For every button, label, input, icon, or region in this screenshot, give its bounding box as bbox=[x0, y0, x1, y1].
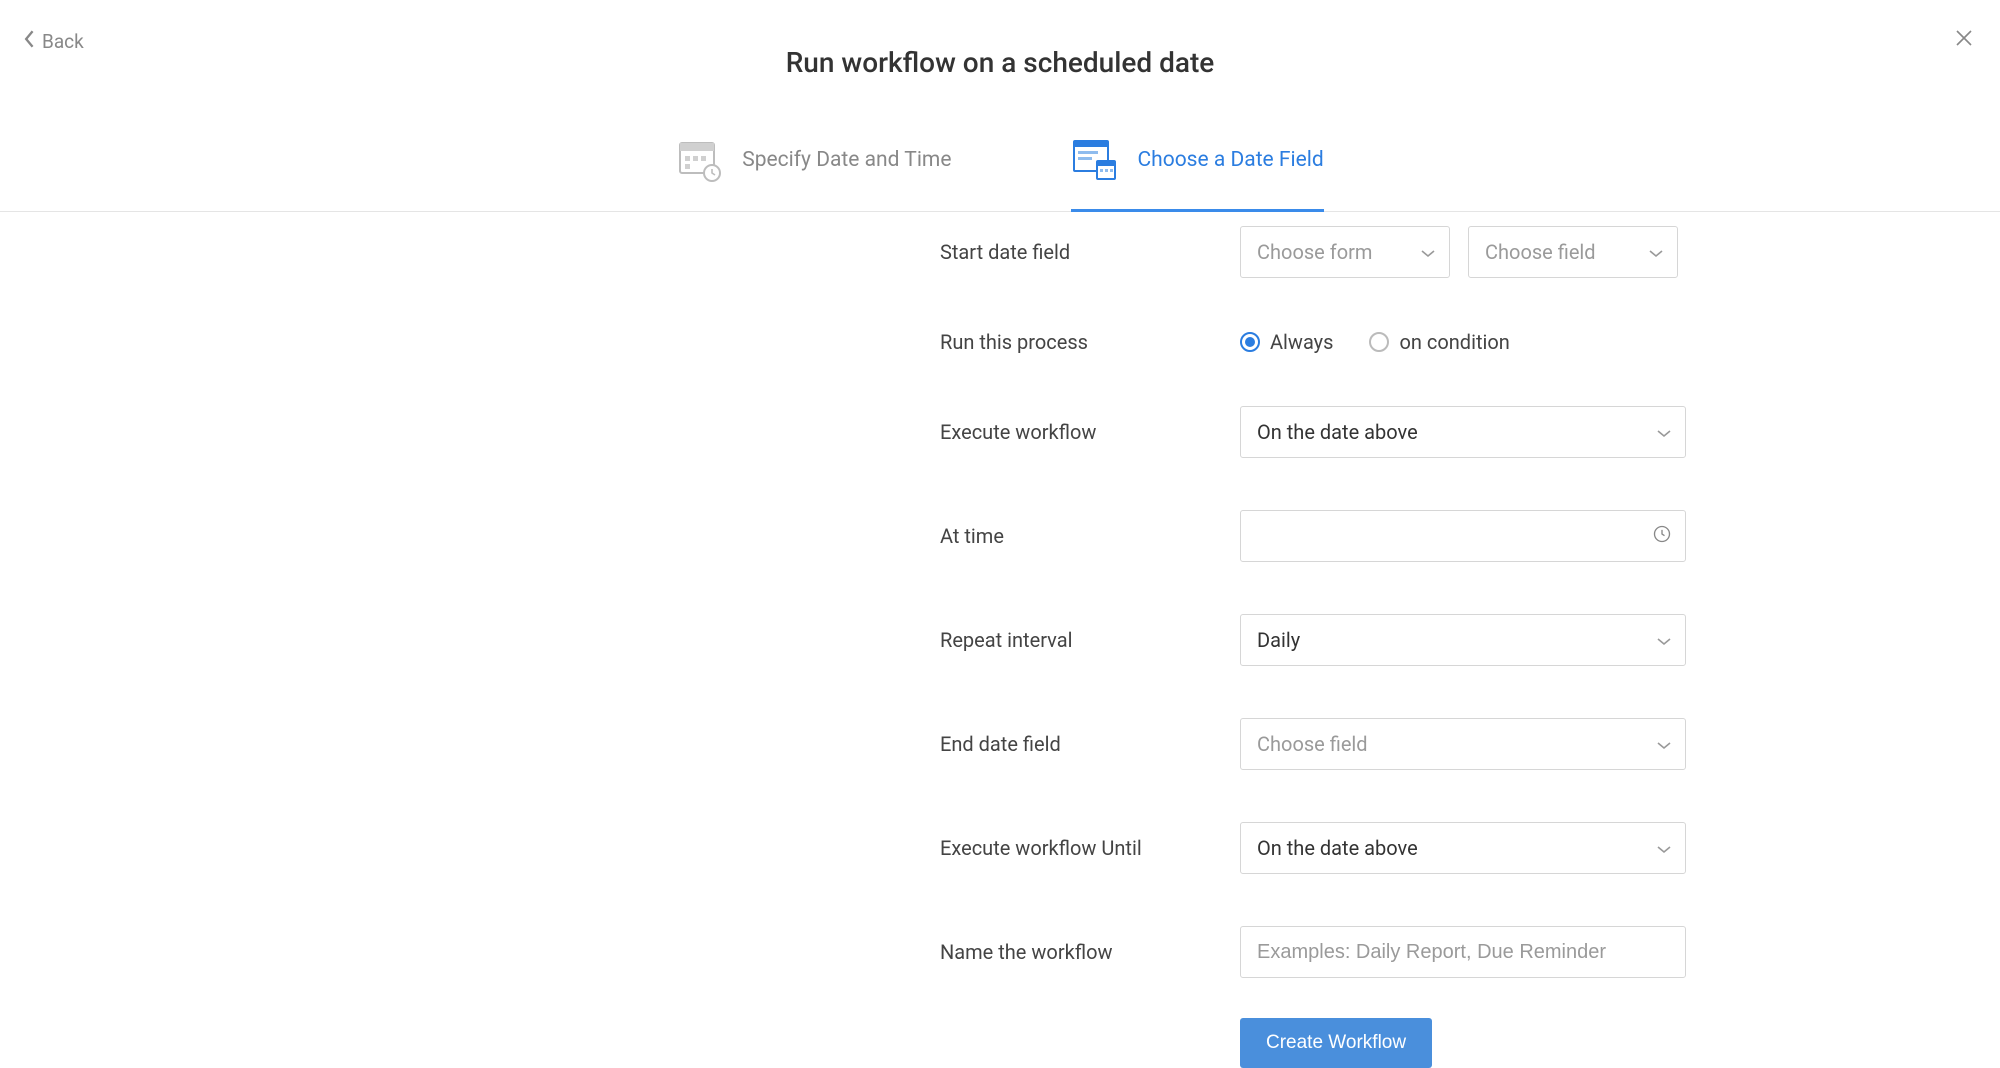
label-start-date: Start date field bbox=[940, 240, 1240, 264]
radio-icon bbox=[1369, 332, 1389, 352]
row-execute-workflow: Execute workflow On the date above bbox=[310, 406, 1690, 458]
chevron-down-icon bbox=[1657, 420, 1671, 444]
chevron-down-icon bbox=[1657, 836, 1671, 860]
clock-icon bbox=[1652, 524, 1672, 548]
label-at-time: At time bbox=[940, 524, 1240, 548]
select-value: Choose form bbox=[1257, 240, 1372, 264]
chevron-left-icon bbox=[24, 30, 36, 53]
select-execute-until[interactable]: On the date above bbox=[1240, 822, 1686, 874]
label-end-date: End date field bbox=[940, 732, 1240, 756]
page-title: Run workflow on a scheduled date bbox=[24, 18, 1976, 115]
chevron-down-icon bbox=[1657, 732, 1671, 756]
calendar-clock-icon bbox=[676, 137, 722, 183]
select-value: Daily bbox=[1257, 628, 1300, 652]
row-run-process: Run this process Always on condition bbox=[310, 330, 1690, 354]
close-icon bbox=[1952, 35, 1976, 54]
input-workflow-name[interactable] bbox=[1240, 926, 1686, 978]
row-execute-until: Execute workflow Until On the date above bbox=[310, 822, 1690, 874]
modal-header: Back Run workflow on a scheduled date bbox=[0, 0, 2000, 212]
tab-bar: Specify Date and Time Choose a Date Fiel… bbox=[24, 115, 1976, 211]
radio-always[interactable]: Always bbox=[1240, 330, 1333, 354]
tab-label: Choose a Date Field bbox=[1137, 148, 1323, 172]
select-execute-workflow[interactable]: On the date above bbox=[1240, 406, 1686, 458]
back-button[interactable]: Back bbox=[24, 30, 84, 53]
label-name-workflow: Name the workflow bbox=[940, 940, 1240, 964]
row-repeat-interval: Repeat interval Daily bbox=[310, 614, 1690, 666]
select-value: Choose field bbox=[1257, 732, 1368, 756]
close-button[interactable] bbox=[1952, 26, 1976, 54]
row-start-date: Start date field Choose form Choose fiel… bbox=[310, 226, 1690, 278]
select-choose-form[interactable]: Choose form bbox=[1240, 226, 1450, 278]
radio-on-condition[interactable]: on condition bbox=[1369, 330, 1509, 354]
radio-label: Always bbox=[1270, 330, 1333, 354]
tab-specify-date-time[interactable]: Specify Date and Time bbox=[676, 115, 951, 211]
create-workflow-button[interactable]: Create Workflow bbox=[1240, 1018, 1432, 1068]
label-execute-until: Execute workflow Until bbox=[940, 836, 1240, 860]
chevron-down-icon bbox=[1649, 240, 1663, 264]
label-repeat-interval: Repeat interval bbox=[940, 628, 1240, 652]
row-at-time: At time bbox=[310, 510, 1690, 562]
select-value: On the date above bbox=[1257, 420, 1418, 444]
form-area: Start date field Choose form Choose fiel… bbox=[0, 212, 2000, 1068]
tab-choose-date-field[interactable]: Choose a Date Field bbox=[1071, 115, 1323, 211]
back-label: Back bbox=[42, 30, 84, 53]
radio-icon bbox=[1240, 332, 1260, 352]
chevron-down-icon bbox=[1657, 628, 1671, 652]
select-value: Choose field bbox=[1485, 240, 1596, 264]
tab-label: Specify Date and Time bbox=[742, 148, 951, 172]
select-value: On the date above bbox=[1257, 836, 1418, 860]
input-at-time[interactable] bbox=[1240, 510, 1686, 562]
row-name-workflow: Name the workflow bbox=[310, 926, 1690, 978]
label-run-process: Run this process bbox=[940, 330, 1240, 354]
radio-label: on condition bbox=[1399, 330, 1509, 354]
select-choose-field-start[interactable]: Choose field bbox=[1468, 226, 1678, 278]
row-end-date: End date field Choose field bbox=[310, 718, 1690, 770]
chevron-down-icon bbox=[1421, 240, 1435, 264]
select-end-date-field[interactable]: Choose field bbox=[1240, 718, 1686, 770]
select-repeat-interval[interactable]: Daily bbox=[1240, 614, 1686, 666]
form-calendar-icon bbox=[1071, 137, 1117, 183]
label-execute-workflow: Execute workflow bbox=[940, 420, 1240, 444]
